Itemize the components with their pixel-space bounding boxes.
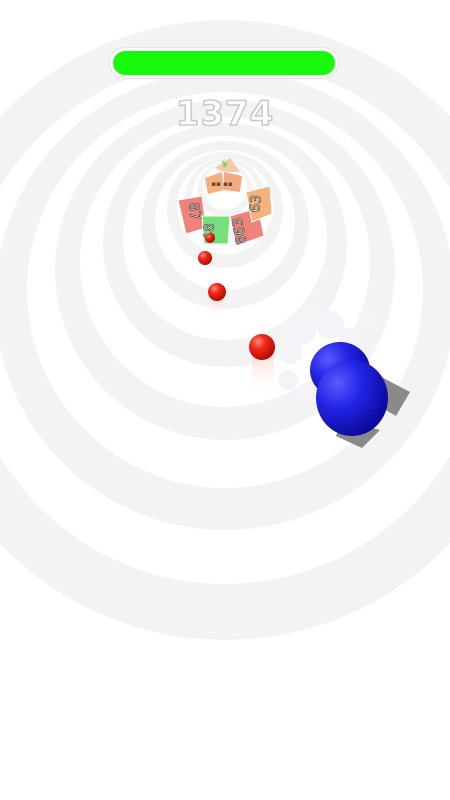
smoke-puff: [297, 384, 313, 400]
target-value: 63: [247, 194, 264, 213]
far-label: ▪▪ ▪▪: [211, 180, 232, 188]
progress-bar: [110, 48, 338, 78]
smoke-puff: [358, 310, 374, 326]
red-ball: [208, 283, 226, 301]
target-value: 87: [185, 202, 203, 222]
progress-fill: [113, 51, 335, 75]
cannon-body: [316, 360, 388, 436]
score-counter: 1374: [175, 93, 275, 135]
small-ball: [205, 233, 215, 243]
smoke-puff: [302, 302, 318, 318]
smoke-puff: [278, 340, 302, 364]
smoke-puff: [278, 370, 298, 390]
red-ball: [198, 251, 212, 265]
red-ball: [249, 334, 275, 360]
